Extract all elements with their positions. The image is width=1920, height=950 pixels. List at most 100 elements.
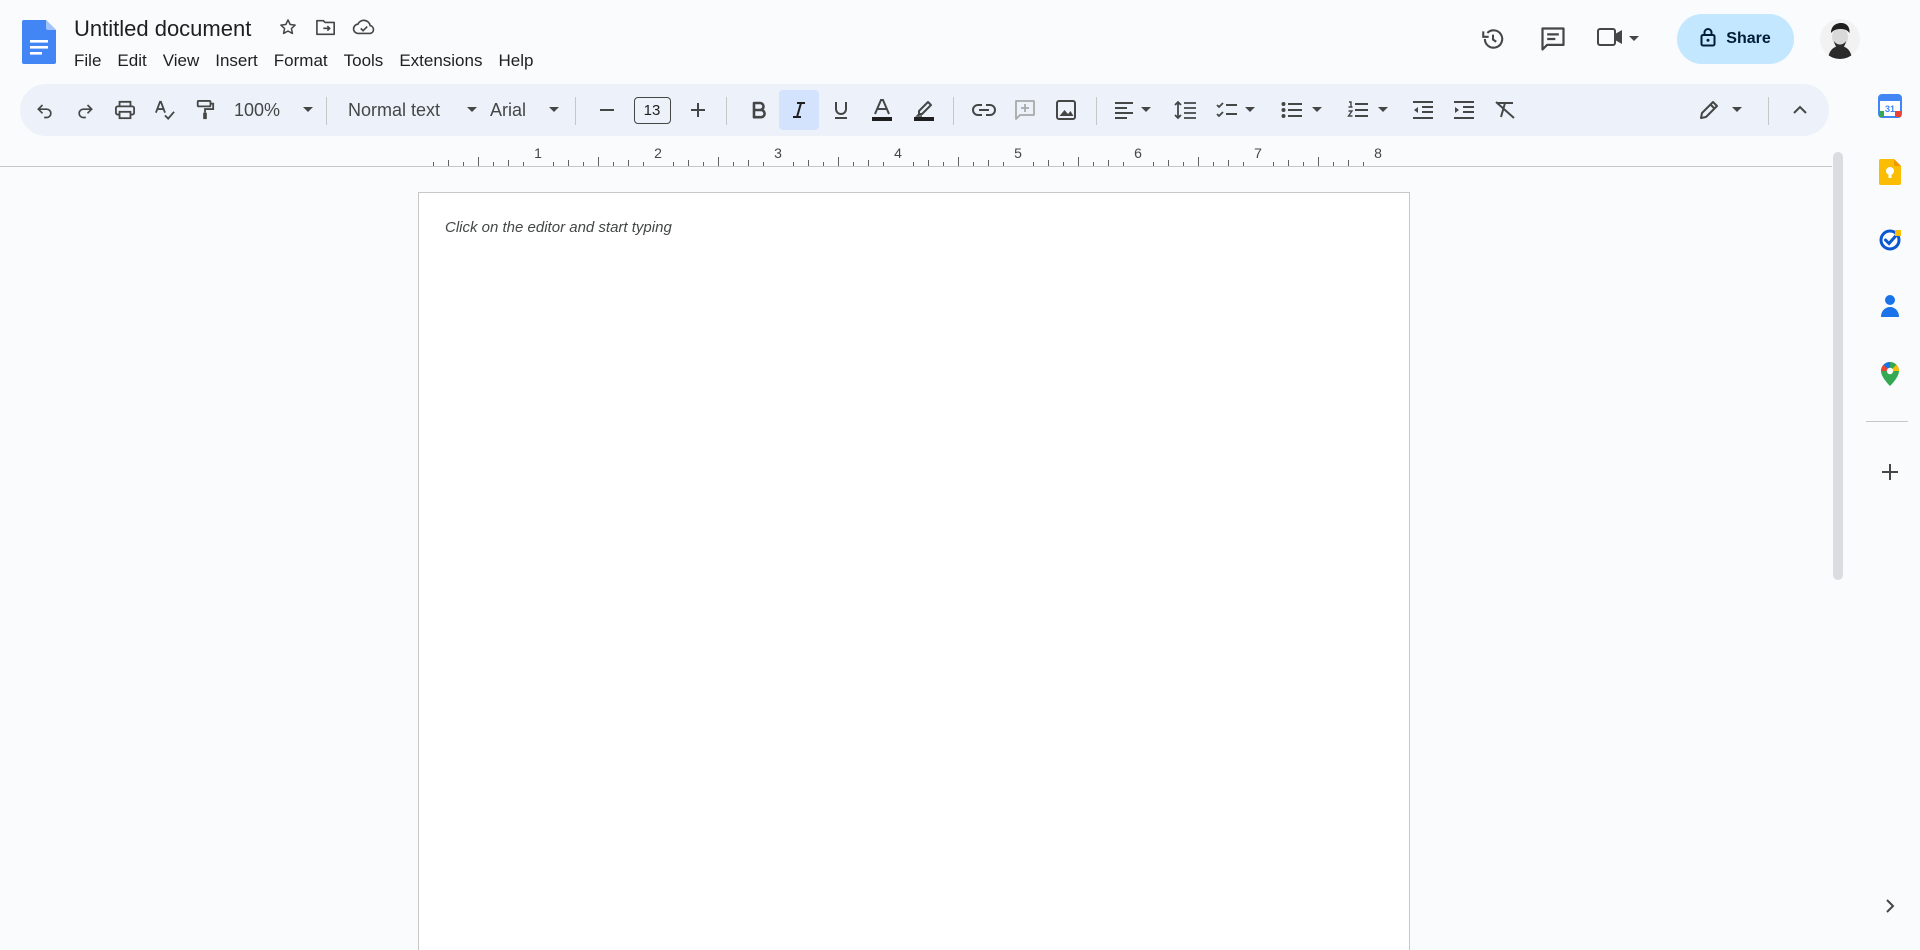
chevron-down-icon — [1311, 106, 1323, 114]
chevron-down-icon — [1731, 106, 1743, 114]
menu-tools[interactable]: Tools — [336, 48, 392, 74]
checklist-select[interactable] — [1210, 84, 1262, 136]
insert-link-icon[interactable] — [964, 84, 1004, 136]
add-comment-icon[interactable] — [1005, 84, 1045, 136]
comments-icon[interactable] — [1529, 15, 1577, 63]
toolbar-divider — [326, 97, 327, 125]
cloud-saved-icon[interactable] — [350, 14, 378, 40]
align-select[interactable] — [1108, 84, 1158, 136]
italic-icon[interactable] — [779, 84, 819, 136]
ruler-baseline — [0, 166, 1832, 167]
video-camera-icon — [1596, 26, 1624, 53]
decrease-indent-icon[interactable] — [1403, 84, 1443, 136]
share-button[interactable]: Share — [1677, 14, 1794, 64]
svg-text:31: 31 — [1885, 104, 1895, 114]
menu-extensions[interactable]: Extensions — [391, 48, 490, 74]
chevron-down-icon — [1377, 106, 1389, 114]
toolbar-divider — [1096, 97, 1097, 125]
ruler-mark: 4 — [894, 145, 902, 161]
chevron-down-icon — [548, 106, 560, 114]
chevron-down-icon — [466, 106, 478, 114]
side-panel-divider — [1866, 421, 1908, 422]
align-left-icon — [1114, 101, 1134, 119]
editor-placeholder: Click on the editor and start typing — [445, 219, 672, 236]
menu-view[interactable]: View — [155, 48, 208, 74]
ruler-mark: 5 — [1014, 145, 1022, 161]
clear-formatting-icon[interactable] — [1485, 84, 1525, 136]
numbered-list-select[interactable] — [1342, 84, 1394, 136]
bulleted-list-icon — [1281, 101, 1303, 119]
menu-file[interactable]: File — [66, 48, 109, 74]
zoom-select[interactable]: 100% — [228, 84, 320, 136]
header: Untitled document File Edit View Insert … — [0, 0, 1860, 82]
toolbar-divider — [726, 97, 727, 125]
horizontal-ruler[interactable]: 1 2 3 4 5 6 7 8 — [418, 142, 1410, 166]
menu-bar: File Edit View Insert Format Tools Exten… — [66, 48, 541, 74]
editing-mode-select[interactable] — [1690, 84, 1752, 136]
add-icon[interactable] — [1872, 454, 1908, 490]
toolbar-divider — [953, 97, 954, 125]
move-folder-icon[interactable] — [312, 14, 340, 40]
font-size-value: 13 — [633, 96, 671, 124]
contacts-icon[interactable] — [1872, 288, 1908, 324]
chevron-down-icon — [302, 106, 314, 114]
ruler-mark: 6 — [1134, 145, 1142, 161]
share-label: Share — [1726, 30, 1771, 47]
decrease-font-size-icon[interactable] — [590, 84, 624, 136]
vertical-scrollbar[interactable] — [1833, 152, 1843, 580]
lock-icon — [1700, 27, 1716, 52]
print-icon[interactable] — [108, 84, 142, 136]
chevron-down-icon — [1140, 106, 1152, 114]
ruler-mark: 2 — [654, 145, 662, 161]
redo-icon[interactable] — [68, 84, 102, 136]
toolbar-divider — [575, 97, 576, 125]
calendar-icon[interactable]: 31 — [1872, 88, 1908, 124]
side-panel: 31 — [1860, 0, 1920, 950]
font-select[interactable]: Arial — [480, 84, 570, 136]
chevron-down-icon — [1628, 30, 1640, 48]
chevron-down-icon — [1244, 106, 1256, 114]
menu-edit[interactable]: Edit — [109, 48, 154, 74]
chevron-right-icon[interactable] — [1872, 888, 1908, 924]
zoom-value: 100% — [234, 99, 281, 120]
hide-menus-chevron-up-icon[interactable] — [1780, 84, 1820, 136]
ruler-mark: 1 — [534, 145, 542, 161]
font-size-input[interactable]: 13 — [630, 84, 674, 136]
version-history-icon[interactable] — [1469, 15, 1517, 63]
bulleted-list-select[interactable] — [1276, 84, 1328, 136]
maps-icon[interactable] — [1872, 356, 1908, 392]
ruler-mark: 8 — [1374, 145, 1382, 161]
account-avatar[interactable] — [1820, 19, 1860, 59]
title-actions — [274, 14, 378, 40]
undo-icon[interactable] — [28, 84, 62, 136]
text-color-icon[interactable] — [862, 84, 902, 136]
line-spacing-icon[interactable] — [1165, 84, 1205, 136]
bold-icon[interactable] — [739, 84, 779, 136]
increase-font-size-icon[interactable] — [681, 84, 715, 136]
header-actions: Share — [1469, 14, 1860, 64]
menu-format[interactable]: Format — [266, 48, 336, 74]
underline-icon[interactable] — [821, 84, 861, 136]
menu-insert[interactable]: Insert — [207, 48, 266, 74]
spellcheck-icon[interactable] — [148, 84, 182, 136]
increase-indent-icon[interactable] — [1444, 84, 1484, 136]
menu-help[interactable]: Help — [490, 48, 541, 74]
meet-button[interactable] — [1583, 15, 1653, 63]
paint-format-icon[interactable] — [188, 84, 222, 136]
docs-logo-icon[interactable] — [22, 20, 58, 64]
toolbar-divider — [1768, 97, 1769, 125]
font-value: Arial — [490, 99, 527, 120]
toolbar: 100% Normal text Arial 13 — [20, 84, 1829, 136]
insert-image-icon[interactable] — [1046, 84, 1086, 136]
tasks-icon[interactable] — [1872, 222, 1908, 258]
document-title[interactable]: Untitled document — [72, 14, 253, 44]
paragraph-style-select[interactable]: Normal text — [338, 84, 488, 136]
highlight-color-icon[interactable] — [904, 84, 944, 136]
numbered-list-icon — [1347, 100, 1369, 120]
pencil-icon — [1699, 100, 1719, 120]
document-page[interactable]: Click on the editor and start typing — [418, 192, 1410, 950]
paragraph-style-value: Normal text — [348, 99, 441, 120]
keep-icon[interactable] — [1872, 154, 1908, 190]
ruler-mark: 3 — [774, 145, 782, 161]
star-icon[interactable] — [274, 14, 302, 40]
